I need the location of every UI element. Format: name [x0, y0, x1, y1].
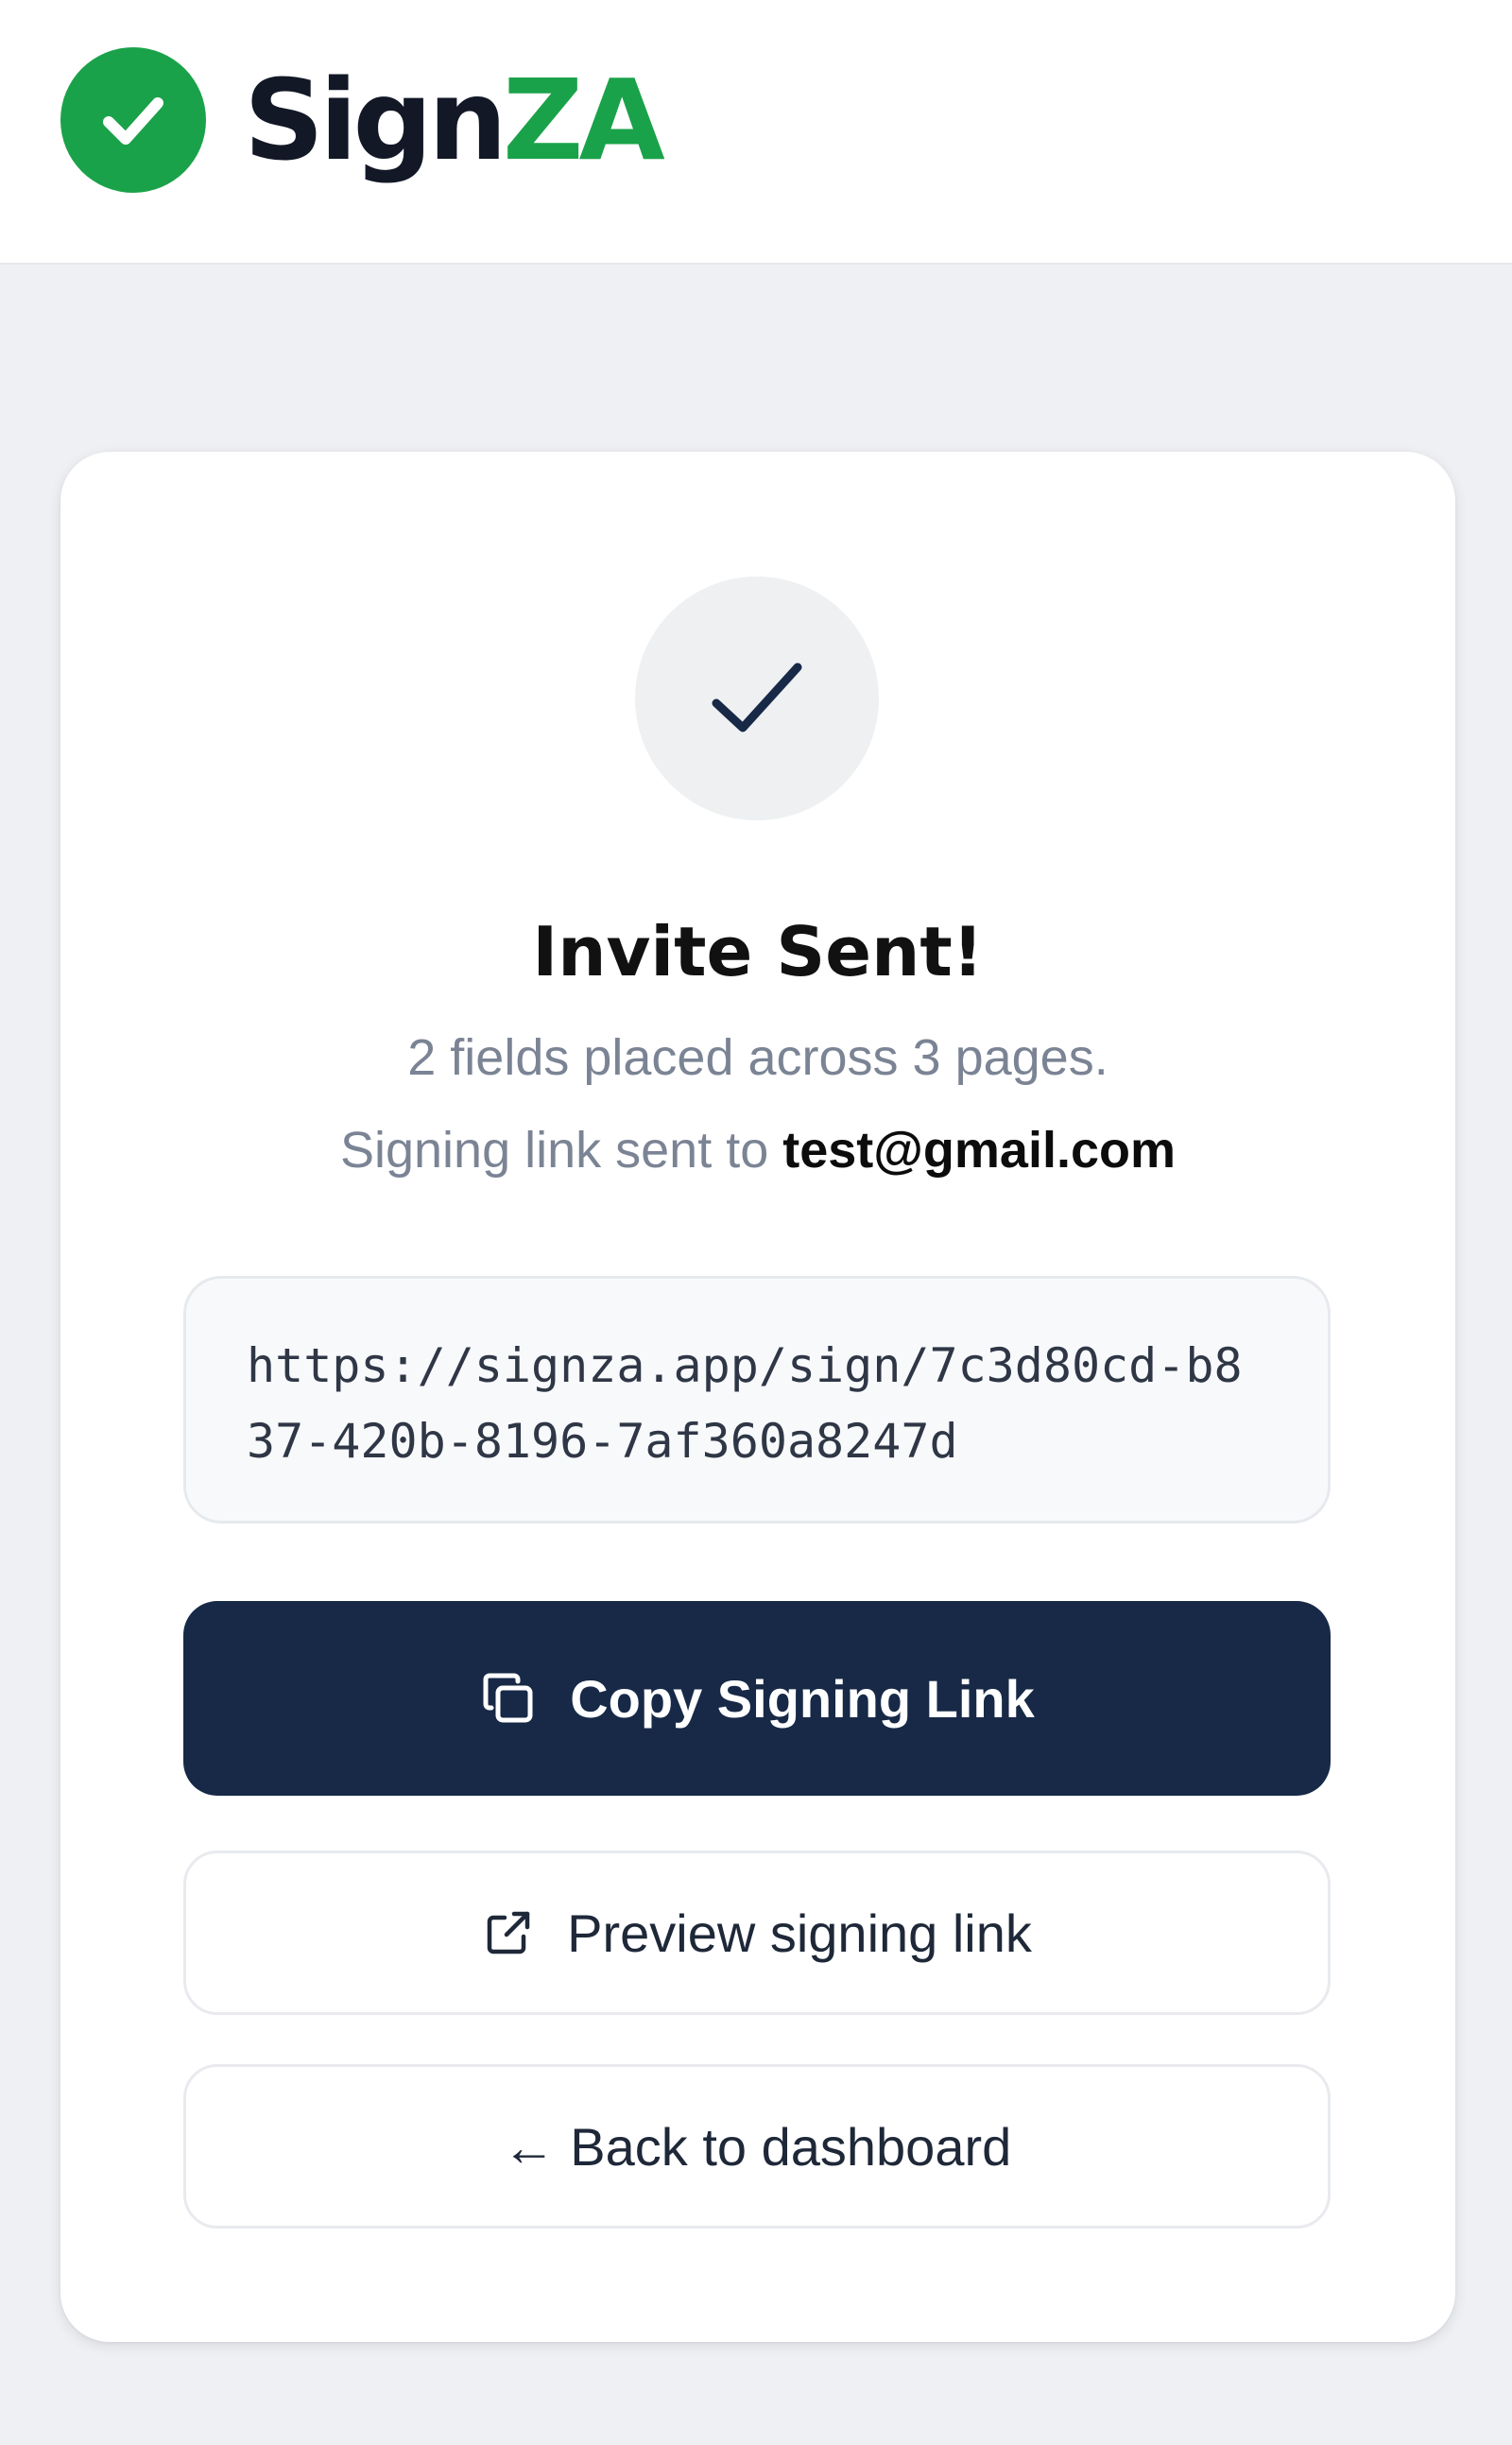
fields-summary: 2 fields placed across 3 pages. — [407, 1029, 1108, 1086]
external-link-icon — [482, 1906, 535, 1959]
signing-link-url[interactable]: https://signza.app/sign/7c3d80cd-b837-42… — [247, 1328, 1267, 1479]
copy-icon — [479, 1669, 538, 1728]
brand-name-za: ZA — [502, 55, 665, 185]
preview-signing-link-button[interactable]: Preview signing link — [183, 1851, 1331, 2015]
brand-logo-text[interactable]: SignZA — [244, 59, 665, 181]
back-to-dashboard-button[interactable]: ← Back to dashboard — [183, 2064, 1331, 2229]
brand-name-sign: Sign — [244, 55, 507, 185]
invite-sent-card: Invite Sent! 2 fields placed across 3 pa… — [60, 452, 1455, 2342]
recipient-email: test@gmail.com — [782, 1122, 1177, 1179]
logo-check-icon[interactable] — [60, 47, 206, 193]
sent-to-prefix: Signing link sent to — [339, 1122, 783, 1179]
app-header: SignZA — [0, 0, 1512, 265]
preview-signing-link-label: Preview signing link — [567, 1903, 1032, 1963]
copy-signing-link-button[interactable]: Copy Signing Link — [183, 1601, 1331, 1796]
signing-link-box[interactable]: https://signza.app/sign/7c3d80cd-b837-42… — [183, 1276, 1331, 1524]
page-title: Invite Sent! — [532, 912, 984, 991]
copy-signing-link-label: Copy Signing Link — [570, 1668, 1035, 1729]
back-to-dashboard-label: ← Back to dashboard — [502, 2116, 1012, 2177]
sent-to-line: Signing link sent to test@gmail.com — [60, 1117, 1455, 1183]
success-check-icon — [635, 577, 879, 820]
